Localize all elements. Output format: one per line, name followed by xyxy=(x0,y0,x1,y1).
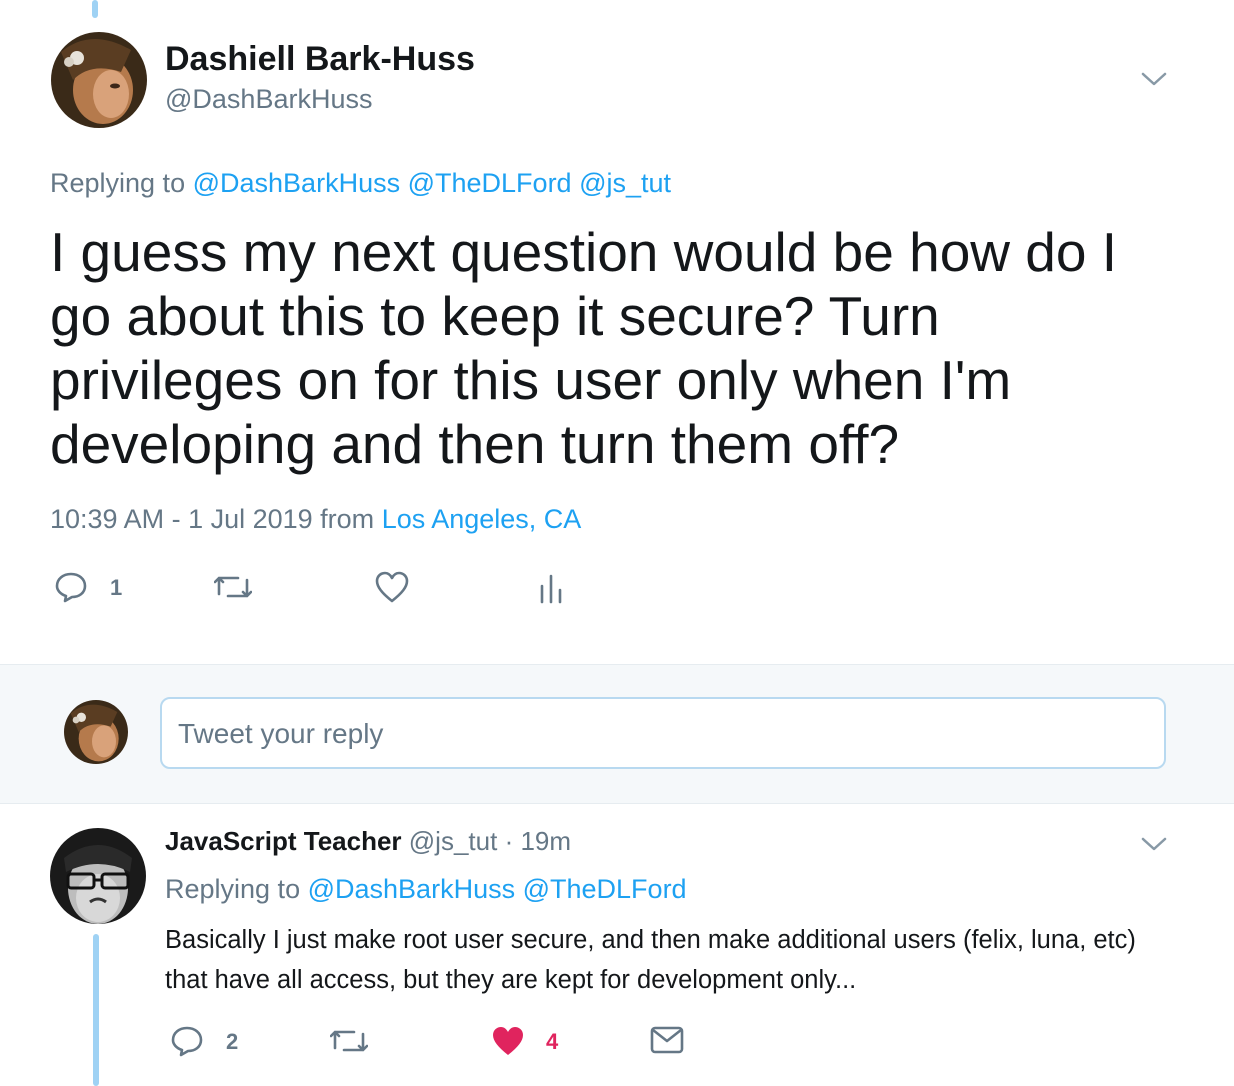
reply-author-avatar[interactable] xyxy=(50,828,146,924)
reply-time[interactable]: · 19m xyxy=(505,826,571,856)
replying-to-label: Replying to xyxy=(165,874,301,904)
mention-link[interactable]: @DashBarkHuss xyxy=(308,874,515,904)
reply-author-handle[interactable]: @js_tut xyxy=(409,826,498,856)
author-name[interactable]: Dashiell Bark-Huss xyxy=(165,40,475,79)
tweet-timestamp[interactable]: 10:39 AM - 1 Jul 2019 from xyxy=(50,504,374,534)
reply-author-name[interactable]: JavaScript Teacher xyxy=(165,826,402,856)
tweet-location-link[interactable]: Los Angeles, CA xyxy=(382,504,582,534)
analytics-icon[interactable] xyxy=(538,572,564,604)
reply-input[interactable]: Tweet your reply xyxy=(160,697,1166,769)
reply-count: 2 xyxy=(226,1029,239,1054)
mention-link[interactable]: @DashBarkHuss xyxy=(193,168,400,198)
retweet-icon[interactable] xyxy=(330,1026,368,1056)
reply-icon[interactable] xyxy=(170,1024,204,1058)
mention-link[interactable]: @js_tut xyxy=(579,168,671,198)
reply-count: 1 xyxy=(110,575,123,600)
current-user-avatar xyxy=(64,700,128,764)
thread-line-bottom xyxy=(93,934,99,1086)
chevron-down-icon[interactable] xyxy=(1140,70,1168,88)
tweet-text: I guess my next question would be how do… xyxy=(50,221,1118,475)
reply-text: Basically I just make root user secure, … xyxy=(165,926,1136,994)
author-avatar[interactable] xyxy=(51,32,147,128)
author-handle[interactable]: @DashBarkHuss xyxy=(165,84,372,115)
replying-to-label: Replying to xyxy=(50,168,186,198)
reply-replying-to-line: Replying to @DashBarkHuss @TheDLFord xyxy=(165,874,687,905)
retweet-icon[interactable] xyxy=(214,572,252,602)
heart-filled-icon[interactable] xyxy=(490,1024,526,1058)
reply-icon[interactable] xyxy=(54,570,88,604)
like-count: 4 xyxy=(546,1029,559,1054)
mail-icon[interactable] xyxy=(650,1026,684,1054)
replying-to-line: Replying to @DashBarkHuss @TheDLFord @js… xyxy=(50,168,671,199)
chevron-down-icon[interactable] xyxy=(1140,835,1168,853)
tweet-meta: 10:39 AM - 1 Jul 2019 from Los Angeles, … xyxy=(50,504,581,535)
thread-line-top xyxy=(92,0,98,18)
reply-header: JavaScript Teacher @js_tut · 19m xyxy=(165,826,571,857)
mention-link[interactable]: @TheDLFord xyxy=(523,874,687,904)
heart-icon[interactable] xyxy=(374,570,410,604)
mention-link[interactable]: @TheDLFord xyxy=(408,168,572,198)
